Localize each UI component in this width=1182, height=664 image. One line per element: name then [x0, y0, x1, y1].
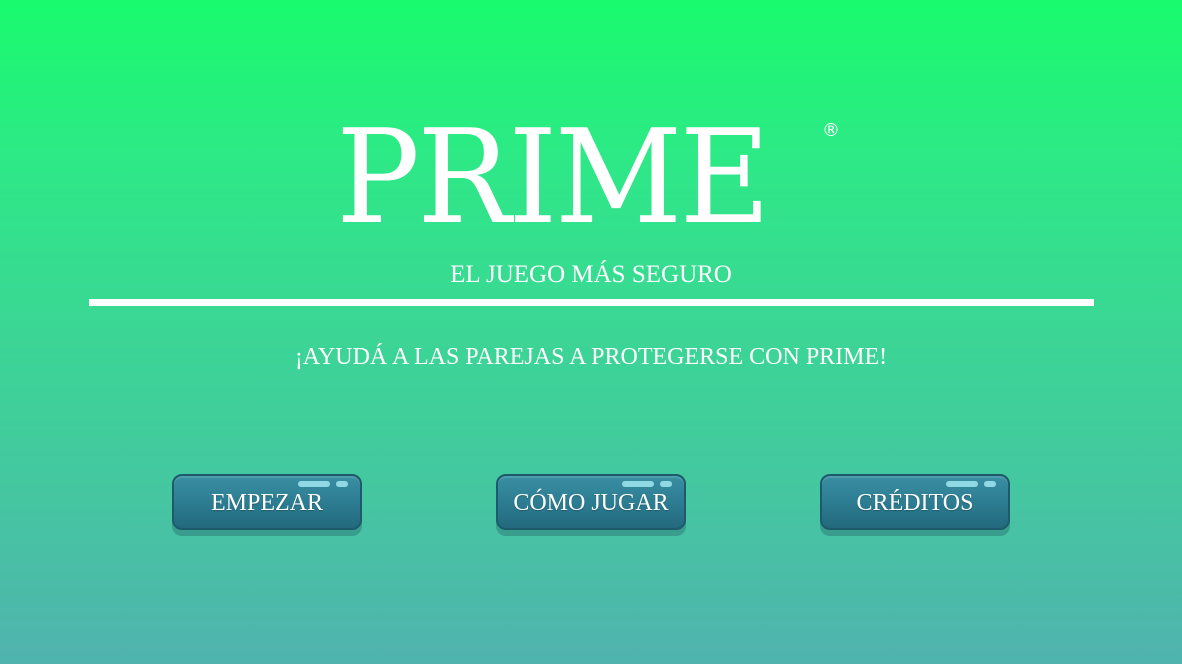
button-highlight	[622, 481, 654, 487]
tagline: ¡AYUDÁ A LAS PAREJAS A PROTEGERSE CON PR…	[294, 344, 888, 370]
button-highlight	[946, 481, 978, 487]
how-to-play-button-label: CÓMO JUGAR	[513, 490, 669, 516]
start-button[interactable]: EMPEZAR	[172, 474, 362, 530]
credits-button-label: CRÉDITOS	[856, 490, 974, 516]
prime-logo: PRIME ®	[336, 104, 846, 250]
how-to-play-button[interactable]: CÓMO JUGAR	[496, 474, 686, 530]
divider-line	[89, 299, 1094, 306]
registered-mark: ®	[822, 120, 840, 141]
title-screen: PRIME ® EL JUEGO MÁS SEGURO ¡AYUDÁ A LAS…	[0, 0, 1182, 664]
button-highlight	[298, 481, 330, 487]
logo-text: PRIME	[336, 101, 771, 253]
game-subtitle: EL JUEGO MÁS SEGURO	[450, 261, 732, 288]
credits-button[interactable]: CRÉDITOS	[820, 474, 1010, 530]
button-highlight	[660, 481, 672, 487]
start-button-label: EMPEZAR	[210, 490, 323, 516]
button-highlight	[336, 481, 348, 487]
button-highlight	[984, 481, 996, 487]
